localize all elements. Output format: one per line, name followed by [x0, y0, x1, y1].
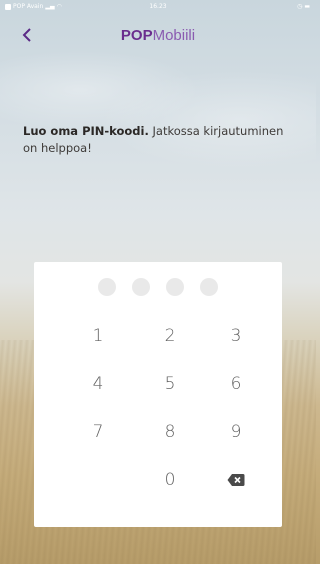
status-time: 16.23: [149, 3, 167, 10]
key-5[interactable]: 5: [140, 366, 200, 402]
status-icons: ◷ ▬: [297, 3, 310, 10]
key-3[interactable]: 3: [206, 318, 266, 354]
key-0[interactable]: 0: [140, 462, 200, 498]
key-9[interactable]: 9: [206, 414, 266, 450]
alarm-icon: ◷: [297, 3, 303, 10]
status-bar: POP Avain ▂▄ ◠ 16.23 ◷ ▬: [0, 0, 316, 14]
pin-instructions-bold: Luo oma PIN-koodi.: [23, 124, 149, 138]
pin-instructions: Luo oma PIN-koodi. Jatkossa kirjautumine…: [23, 123, 293, 157]
app-title-bold: POP: [120, 27, 153, 44]
app-title: POPMobiili: [0, 27, 316, 44]
pin-dot: [132, 278, 150, 296]
key-6[interactable]: 6: [206, 366, 266, 402]
battery-icon: ▬: [304, 3, 310, 10]
pin-keypad: 1 2 3 4 5 6 7 8 9 0: [34, 262, 282, 527]
key-8[interactable]: 8: [140, 414, 200, 450]
pin-dot: [200, 278, 218, 296]
backspace-icon: [227, 473, 245, 487]
key-4[interactable]: 4: [68, 366, 128, 402]
pin-dot: [98, 278, 116, 296]
key-2[interactable]: 2: [140, 318, 200, 354]
key-1[interactable]: 1: [68, 318, 128, 354]
key-7[interactable]: 7: [68, 414, 128, 450]
pin-dot: [166, 278, 184, 296]
pin-indicator: [34, 278, 282, 296]
delete-button[interactable]: [206, 462, 266, 498]
app-title-light: Mobiili: [152, 27, 196, 44]
app-header: POPMobiili: [0, 22, 316, 48]
